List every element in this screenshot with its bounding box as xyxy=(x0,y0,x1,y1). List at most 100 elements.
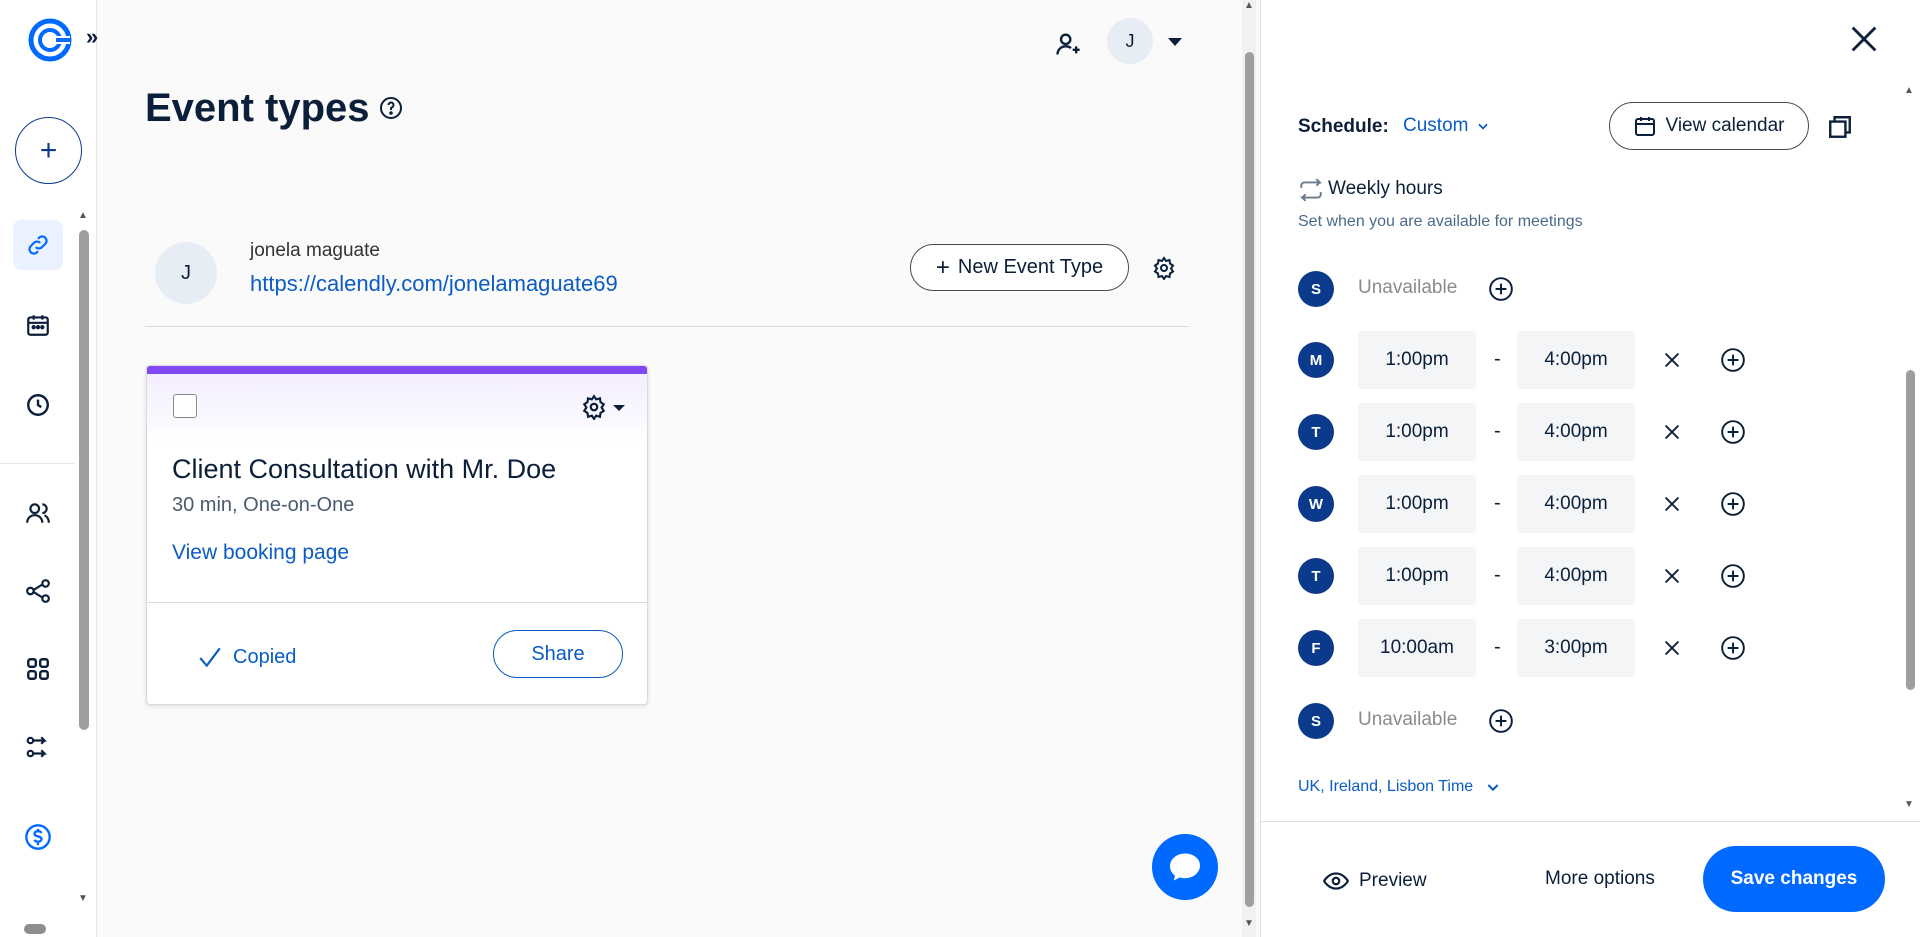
footer-divider xyxy=(1261,821,1920,822)
event-meta: 30 min, One-on-One xyxy=(172,494,355,516)
day-badge: W xyxy=(1298,486,1334,522)
event-select-checkbox[interactable] xyxy=(173,394,197,418)
sidebar-item-scheduling-links[interactable] xyxy=(13,220,63,270)
copied-label: Copied xyxy=(233,645,297,668)
day-badge: S xyxy=(1298,703,1334,739)
account-menu-caret-icon[interactable] xyxy=(1168,38,1182,46)
view-booking-page-link[interactable]: View booking page xyxy=(172,541,349,565)
time-separator: - xyxy=(1494,420,1501,442)
schedule-label: Schedule: xyxy=(1298,116,1389,137)
preview-button[interactable]: Preview xyxy=(1323,868,1427,894)
sidebar-item-billing[interactable] xyxy=(13,812,63,862)
start-time-input[interactable]: 1:00pm xyxy=(1358,331,1476,389)
remove-interval-icon[interactable] xyxy=(1661,565,1683,587)
chevron-down-icon xyxy=(1478,123,1489,130)
user-avatar: J xyxy=(155,242,217,304)
copy-icon[interactable] xyxy=(1827,114,1853,140)
start-time-input[interactable]: 10:00am xyxy=(1358,619,1476,677)
remove-interval-icon[interactable] xyxy=(1661,637,1683,659)
schedule-dropdown[interactable]: Custom xyxy=(1403,115,1490,137)
repeat-icon xyxy=(1299,178,1323,202)
end-time-input[interactable]: 4:00pm xyxy=(1517,331,1635,389)
day-row-monday: M 1:00pm - 4:00pm xyxy=(1298,331,1858,391)
add-interval-icon[interactable] xyxy=(1720,491,1746,517)
add-interval-icon[interactable] xyxy=(1720,347,1746,373)
new-event-type-button[interactable]: + New Event Type xyxy=(910,244,1129,291)
day-row-sunday: S Unavailable xyxy=(1298,260,1858,320)
remove-interval-icon[interactable] xyxy=(1661,493,1683,515)
sidebar-scroll-down-icon[interactable]: ▼ xyxy=(78,893,88,904)
end-time-input[interactable]: 3:00pm xyxy=(1517,619,1635,677)
sidebar-item-workflows[interactable] xyxy=(13,566,63,616)
panel-scrollbar[interactable]: ▲ ▼ xyxy=(1903,85,1917,815)
calendar-icon xyxy=(1635,117,1656,136)
day-badge: F xyxy=(1298,630,1334,666)
horizontal-scrollbar[interactable] xyxy=(0,920,97,937)
add-interval-icon[interactable] xyxy=(1720,563,1746,589)
copy-link-button[interactable]: Copied xyxy=(197,644,296,670)
help-icon[interactable] xyxy=(379,96,403,120)
section-divider xyxy=(145,326,1189,327)
routing-icon xyxy=(26,736,48,758)
sidebar-item-integrations[interactable] xyxy=(13,644,63,694)
panel-scroll-up-icon[interactable]: ▲ xyxy=(1904,85,1914,96)
user-scheduling-link[interactable]: https://calendly.com/jonelamaguate69 xyxy=(250,271,618,297)
start-time-input[interactable]: 1:00pm xyxy=(1358,403,1476,461)
calendly-logo-icon[interactable] xyxy=(28,18,72,62)
remove-interval-icon[interactable] xyxy=(1661,421,1683,443)
add-user-icon[interactable] xyxy=(1054,30,1082,58)
time-separator: - xyxy=(1494,492,1501,514)
event-settings-gear-icon[interactable] xyxy=(581,394,607,420)
settings-gear-icon[interactable] xyxy=(1152,256,1176,280)
panel-scrollbar-thumb[interactable] xyxy=(1906,370,1915,690)
sidebar-item-meetings[interactable] xyxy=(13,300,63,350)
close-icon[interactable] xyxy=(1847,22,1881,56)
day-row-wednesday: W 1:00pm - 4:00pm xyxy=(1298,475,1858,535)
page-title: Event types xyxy=(145,86,370,130)
sidebar-divider xyxy=(0,463,74,464)
view-calendar-button[interactable]: View calendar xyxy=(1609,102,1809,150)
main-scrollbar[interactable]: ▲ ▼ xyxy=(1242,0,1256,937)
share-button[interactable]: Share xyxy=(493,630,623,678)
add-interval-icon[interactable] xyxy=(1720,635,1746,661)
time-separator: - xyxy=(1494,636,1501,658)
timezone-label: UK, Ireland, Lisbon Time xyxy=(1298,778,1474,795)
save-changes-button[interactable]: Save changes xyxy=(1703,846,1885,912)
end-time-input[interactable]: 4:00pm xyxy=(1517,403,1635,461)
day-badge: T xyxy=(1298,558,1334,594)
timezone-dropdown[interactable]: UK, Ireland, Lisbon Time xyxy=(1298,778,1501,796)
start-time-input[interactable]: 1:00pm xyxy=(1358,475,1476,533)
time-separator: - xyxy=(1494,348,1501,370)
view-calendar-label: View calendar xyxy=(1665,115,1785,136)
create-button[interactable]: + xyxy=(15,117,82,184)
sidebar-scroll-up-icon[interactable]: ▲ xyxy=(78,210,88,221)
account-avatar[interactable]: J xyxy=(1107,18,1153,64)
add-interval-icon[interactable] xyxy=(1488,276,1514,302)
main-scrollbar-thumb[interactable] xyxy=(1245,52,1254,907)
add-interval-icon[interactable] xyxy=(1720,419,1746,445)
more-options-button[interactable]: More options xyxy=(1545,868,1655,890)
apps-grid-icon xyxy=(27,658,49,680)
end-time-input[interactable]: 4:00pm xyxy=(1517,547,1635,605)
availability-panel: Schedule: Custom View calendar Weekly ho… xyxy=(1260,0,1920,937)
sidebar-item-routing[interactable] xyxy=(13,722,63,772)
horizontal-scrollbar-thumb[interactable] xyxy=(24,924,46,934)
contacts-icon xyxy=(26,503,50,523)
sidebar-scrollbar[interactable] xyxy=(79,230,89,730)
start-time-input[interactable]: 1:00pm xyxy=(1358,547,1476,605)
card-header-gradient xyxy=(147,374,647,444)
end-time-input[interactable]: 4:00pm xyxy=(1517,475,1635,533)
sidebar-item-contacts[interactable] xyxy=(13,488,63,538)
main-scroll-down-icon[interactable]: ▼ xyxy=(1244,918,1254,929)
day-row-saturday: S Unavailable xyxy=(1298,692,1858,752)
event-title[interactable]: Client Consultation with Mr. Doe xyxy=(172,454,556,485)
main-scroll-up-icon[interactable]: ▲ xyxy=(1244,0,1254,11)
event-settings-caret-icon[interactable] xyxy=(613,405,625,411)
sidebar-item-availability[interactable] xyxy=(13,380,63,430)
remove-interval-icon[interactable] xyxy=(1661,349,1683,371)
panel-scroll-down-icon[interactable]: ▼ xyxy=(1904,799,1914,810)
calendar-icon xyxy=(27,315,49,336)
chevron-down-icon xyxy=(1487,784,1499,792)
chat-button[interactable] xyxy=(1152,834,1218,900)
add-interval-icon[interactable] xyxy=(1488,708,1514,734)
